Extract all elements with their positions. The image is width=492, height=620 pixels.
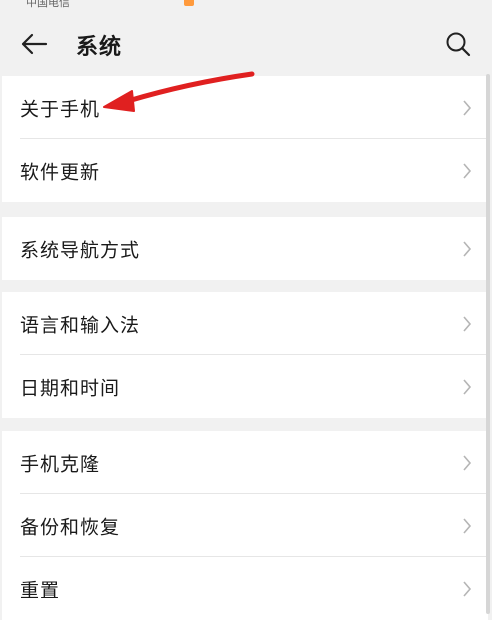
settings-group-2: 系统导航方式 [2,217,488,280]
settings-item-phone-clone[interactable]: 手机克隆 [2,431,488,494]
arrow-left-icon [21,33,48,55]
settings-item-label: 重置 [20,579,61,601]
chevron-right-icon [463,315,472,332]
settings-item-label: 日期和时间 [20,377,121,399]
back-button[interactable] [14,26,54,62]
settings-item-software-update[interactable]: 软件更新 [2,139,488,202]
chevron-right-icon [463,454,472,471]
header: 系统 [0,14,492,74]
settings-item-navigation-mode[interactable]: 系统导航方式 [2,217,488,280]
status-carrier: 中国电信 [26,0,70,9]
notification-icon [184,0,194,6]
settings-item-label: 软件更新 [20,161,101,183]
search-button[interactable] [438,26,478,62]
chevron-right-icon [463,378,472,395]
settings-item-label: 备份和恢复 [20,516,121,538]
settings-item-backup-restore[interactable]: 备份和恢复 [2,494,488,557]
system-settings-screen: 中国电信 系统 关于手机 软件更新 系统导航方式 语言和输入法 日期和时间 手机… [0,0,492,620]
chevron-right-icon [463,240,472,257]
scrollbar[interactable] [486,74,490,614]
settings-item-label: 系统导航方式 [20,239,141,261]
page-title: 系统 [76,35,123,60]
settings-group-1: 关于手机 软件更新 [2,76,488,202]
settings-item-label: 手机克隆 [20,453,101,475]
chevron-right-icon [463,99,472,116]
settings-item-date-time[interactable]: 日期和时间 [2,355,488,418]
chevron-right-icon [463,580,472,597]
settings-item-language-input[interactable]: 语言和输入法 [2,292,488,355]
settings-item-label: 关于手机 [20,98,101,120]
status-bar: 中国电信 [0,0,492,14]
settings-item-about-phone[interactable]: 关于手机 [2,76,488,139]
settings-item-label: 语言和输入法 [20,314,141,336]
settings-item-reset[interactable]: 重置 [2,557,488,620]
settings-group-4: 手机克隆 备份和恢复 重置 [2,431,488,620]
settings-group-3: 语言和输入法 日期和时间 [2,292,488,418]
search-icon [446,32,471,57]
chevron-right-icon [463,162,472,179]
chevron-right-icon [463,517,472,534]
